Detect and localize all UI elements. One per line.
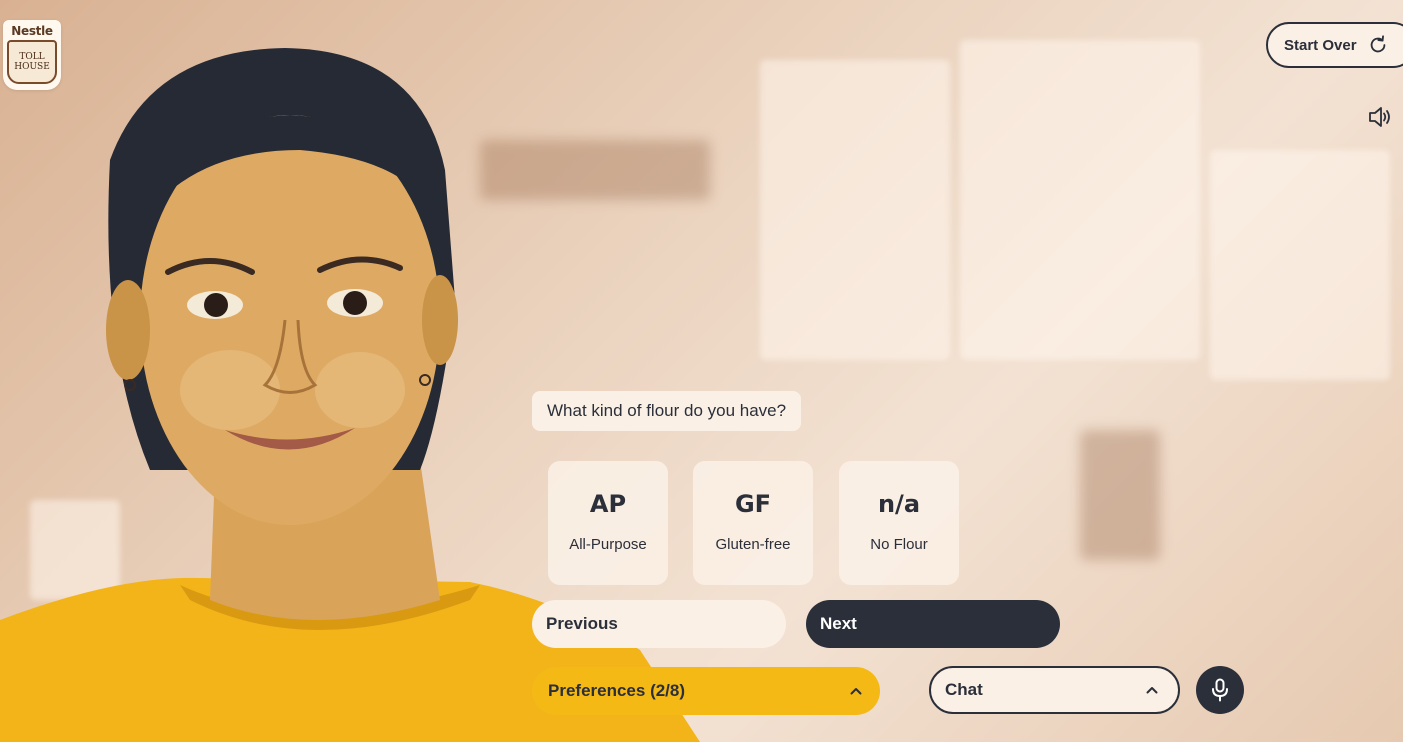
option-label: Gluten-free: [715, 535, 791, 553]
start-over-button[interactable]: Start Over: [1266, 22, 1403, 68]
logo-badge: TOLL HOUSE: [7, 40, 57, 84]
logo-brand-text: Nestle: [11, 24, 53, 38]
microphone-icon: [1212, 678, 1228, 702]
option-label: No Flour: [870, 535, 928, 553]
question-bubble: What kind of flour do you have?: [532, 391, 802, 431]
preferences-toggle[interactable]: Preferences (2/8): [532, 667, 880, 715]
speaker-icon[interactable]: [1368, 106, 1392, 128]
option-card-no-flour[interactable]: n/a No Flour: [839, 461, 959, 585]
option-card-all-purpose[interactable]: AP All-Purpose: [548, 461, 668, 585]
option-abbr: n/a: [877, 489, 921, 518]
start-over-label: Start Over: [1284, 36, 1357, 54]
next-button[interactable]: Next: [806, 600, 1060, 648]
chevron-up-icon: [1146, 687, 1158, 694]
brand-logo: Nestle TOLL HOUSE: [3, 20, 61, 90]
chevron-up-icon: [850, 688, 862, 695]
preferences-label: Preferences (2/8): [548, 681, 686, 700]
question-text: What kind of flour do you have?: [547, 401, 787, 420]
option-label: All-Purpose: [569, 535, 647, 553]
logo-line-2: HOUSE: [14, 62, 50, 72]
option-card-gluten-free[interactable]: GF Gluten-free: [693, 461, 813, 585]
previous-button[interactable]: Previous: [532, 600, 786, 648]
option-abbr: GF: [734, 489, 772, 518]
option-abbr: AP: [589, 489, 627, 518]
microphone-button[interactable]: [1196, 666, 1244, 714]
logo-line-1: TOLL: [19, 52, 45, 62]
restart-icon: [1370, 35, 1385, 53]
chat-label: Chat: [945, 680, 983, 699]
chat-toggle[interactable]: Chat: [929, 666, 1180, 714]
